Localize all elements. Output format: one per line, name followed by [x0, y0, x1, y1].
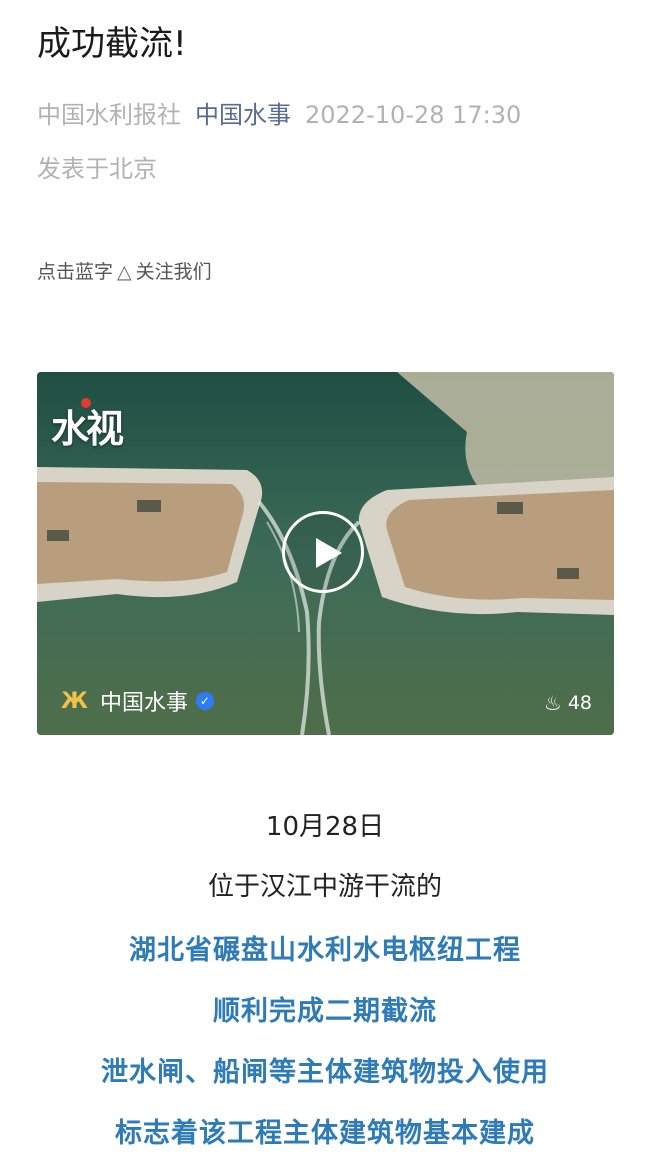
play-button[interactable]	[282, 511, 364, 593]
video-player[interactable]: 水视 Ж 中国水事 ✓ ♨ 48	[37, 372, 614, 735]
play-icon	[316, 538, 342, 568]
video-likes[interactable]: ♨ 48	[544, 691, 592, 715]
triangle-up-icon: △	[117, 261, 132, 283]
follow-prompt[interactable]: 点击蓝字 △ 关注我们	[37, 258, 212, 286]
follow-prompt-right: 关注我们	[135, 261, 212, 283]
account-link[interactable]: 中国水事	[195, 101, 291, 129]
likes-count: 48	[567, 692, 592, 714]
verified-icon: ✓	[195, 692, 214, 710]
video-channel[interactable]: Ж 中国水事 ✓	[61, 685, 214, 717]
watermark-dot	[81, 398, 91, 408]
video-channel-name: 中国水事	[99, 691, 188, 716]
content-line-1: 位于汉江中游干流的	[207, 872, 442, 902]
follow-prompt-left: 点击蓝字	[37, 261, 114, 283]
article-title: 成功截流!	[37, 24, 187, 64]
date-line: 10月28日	[265, 812, 385, 842]
flame-icon: ♨	[543, 691, 562, 715]
article-meta: 中国水利报社 中国水事 2022-10-28 17:30	[37, 96, 521, 134]
publish-location: 发表于北京	[37, 155, 157, 183]
highlight-line-3: 泄水闸、船闸等主体建筑物投入使用	[101, 1057, 549, 1088]
highlight-line-4: 标志着该工程主体建筑物基本建成	[115, 1118, 535, 1149]
publisher-name: 中国水利报社	[37, 101, 181, 129]
highlight-line-2: 顺利完成二期截流	[213, 996, 437, 1027]
butterfly-icon: Ж	[61, 688, 88, 714]
publish-datetime: 2022-10-28 17:30	[305, 101, 522, 129]
highlight-line-1: 湖北省碾盘山水利水电枢纽工程	[129, 935, 521, 966]
